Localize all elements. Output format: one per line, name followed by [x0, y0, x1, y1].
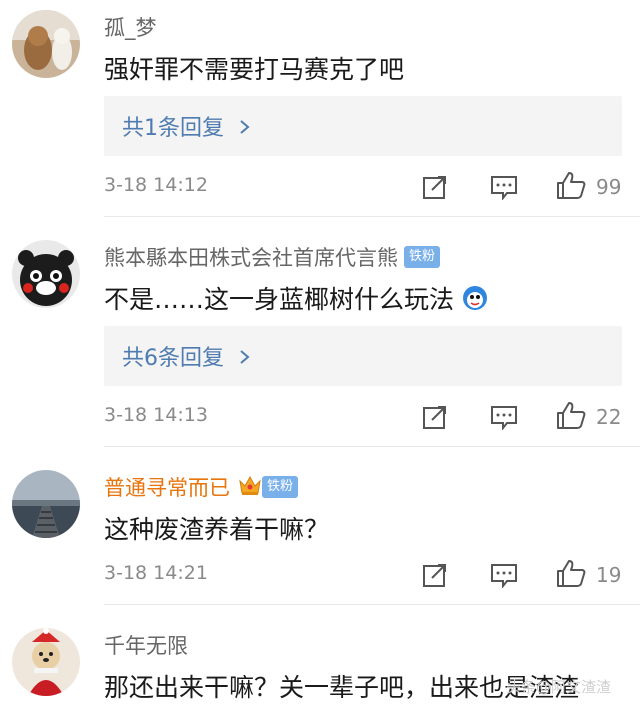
username[interactable]: 普通寻常而已 铁粉: [104, 472, 299, 502]
thumbs-up-icon[interactable]: [556, 400, 586, 434]
replies-link[interactable]: 共6条回复: [104, 326, 622, 386]
watermark: 头条@阿文渣渣: [506, 678, 612, 696]
like-count: 19: [596, 563, 622, 587]
like-button[interactable]: 99: [556, 170, 621, 204]
username-text[interactable]: 熊本縣本田株式会社首席代言熊: [104, 242, 398, 272]
avatar[interactable]: [12, 10, 80, 78]
avatar[interactable]: [12, 240, 80, 308]
divider: [104, 216, 640, 217]
like-count: 99: [596, 175, 622, 199]
like-button[interactable]: 19: [556, 558, 621, 592]
comment-icon[interactable]: [490, 174, 518, 200]
username[interactable]: 孤_梦: [104, 12, 157, 42]
share-icon[interactable]: [422, 174, 448, 200]
divider: [104, 446, 640, 447]
like-button[interactable]: 22: [556, 400, 621, 434]
comment-text: 强奸罪不需要打马赛克了吧: [104, 55, 405, 84]
chevron-right-icon: [239, 346, 251, 371]
timestamp: 3-18 14:12: [104, 174, 208, 196]
replies-count[interactable]: 共6条回复: [122, 346, 224, 371]
like-count: 22: [596, 405, 622, 429]
avatar[interactable]: [12, 470, 80, 538]
share-icon[interactable]: [422, 404, 448, 430]
timestamp: 3-18 14:13: [104, 404, 208, 426]
comment-icon[interactable]: [490, 404, 518, 430]
username[interactable]: 千年无限: [104, 630, 188, 660]
chevron-right-icon: [239, 116, 251, 141]
crown-icon: [238, 473, 262, 502]
comment-text-content: 不是……这一身蓝椰树什么玩法: [104, 285, 455, 314]
divider: [104, 604, 640, 605]
replies-label[interactable]: 共1条回复: [122, 110, 251, 142]
thumbs-up-icon[interactable]: [556, 558, 586, 592]
replies-label[interactable]: 共6条回复: [122, 340, 251, 372]
comment-meta: 3-18 14:12 99: [0, 172, 640, 204]
replies-link[interactable]: 共1条回复: [104, 96, 622, 156]
blue-face-emoji-icon: [462, 285, 488, 317]
thumbs-up-icon[interactable]: [556, 170, 586, 204]
timestamp: 3-18 14:21: [104, 562, 208, 584]
fan-badge: 铁粉: [404, 246, 441, 268]
comment-meta: 3-18 14:21 19: [0, 560, 640, 592]
username-text[interactable]: 孤_梦: [104, 12, 157, 42]
comment-text: 不是……这一身蓝椰树什么玩法: [104, 280, 488, 317]
comment-meta: 3-18 14:13 22: [0, 402, 640, 434]
fan-badge: 铁粉: [262, 476, 299, 498]
avatar[interactable]: [12, 628, 80, 696]
username-text[interactable]: 千年无限: [104, 630, 188, 660]
username[interactable]: 熊本縣本田株式会社首席代言熊 铁粉: [104, 242, 441, 272]
username-text[interactable]: 普通寻常而已: [104, 472, 230, 502]
comment-text: 这种废渣养着干嘛？: [104, 515, 330, 544]
comment-icon[interactable]: [490, 562, 518, 588]
replies-count[interactable]: 共1条回复: [122, 116, 224, 141]
share-icon[interactable]: [422, 562, 448, 588]
